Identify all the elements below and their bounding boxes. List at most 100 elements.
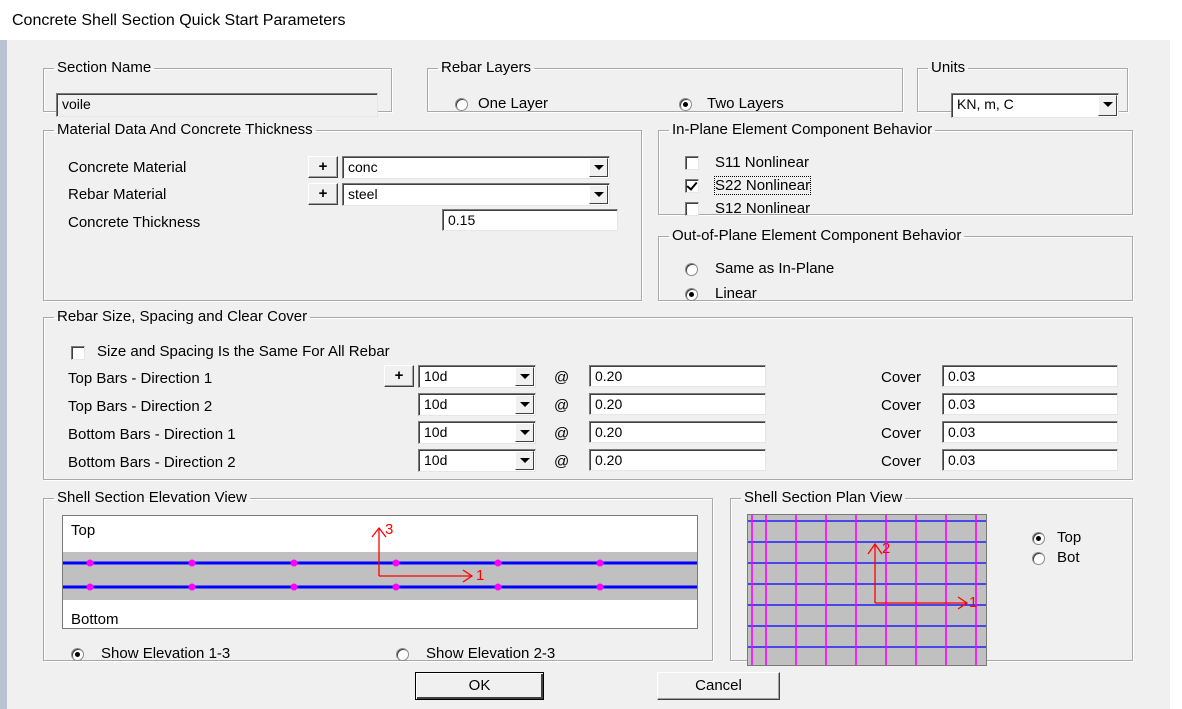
show-elevation-23-radio[interactable] [396,648,409,661]
plan-view-legend: Shell Section Plan View [744,489,903,506]
inplane-group: In-Plane Element Component Behavior S11 … [658,121,1133,217]
plan-top-label: Top [1057,529,1082,546]
linear-radio[interactable] [685,288,698,301]
rebar-dot [494,583,502,591]
chevron-down-icon[interactable] [515,451,534,470]
concrete-material-label: Concrete Material [68,159,187,176]
chevron-down-icon[interactable] [1098,95,1117,116]
at-symbol: @ [554,369,570,386]
cover-label: Cover [881,369,922,386]
rebar-dot [494,559,502,567]
outplane-legend: Out-of-Plane Element Component Behavior [672,227,962,244]
rebar-cover-input[interactable]: 0.03 [942,449,1118,471]
same-all-rebar-checkbox[interactable] [71,346,85,360]
window-left-edge [0,40,7,709]
concrete-material-dropdown[interactable]: conc [342,156,610,179]
rebar-size-dropdown[interactable]: 10d [418,365,536,388]
s11-nonlinear-label: S11 Nonlinear [715,154,809,171]
cover-label: Cover [881,425,922,442]
rebar-size-dropdown[interactable]: 10d [418,421,536,444]
cancel-button[interactable]: Cancel [657,672,780,700]
material-legend: Material Data And Concrete Thickness [57,121,313,138]
title-bar[interactable]: Concrete Shell Section Quick Start Param… [0,0,1182,40]
plan-top-radio[interactable] [1032,532,1045,545]
rebar-material-add-button[interactable]: + [308,183,338,205]
rebar-size-dropdown[interactable]: 10d [418,449,536,472]
rebar-material-label: Rebar Material [68,186,167,203]
rebar-material-value: steel [342,183,610,206]
chevron-down-icon[interactable] [589,158,608,177]
rebar-cover-input[interactable]: 0.03 [942,421,1118,443]
units-group: Units KN, m, C [917,59,1128,118]
at-symbol: @ [554,425,570,442]
cover-label: Cover [881,453,922,470]
rebar-dot [188,583,196,591]
rebar-cover-input[interactable]: 0.03 [942,365,1118,387]
chevron-down-icon[interactable] [515,423,534,442]
two-layers-radio[interactable] [679,98,692,111]
rebar-spacing-input[interactable]: 0.20 [589,421,766,443]
rebar-add-button[interactable]: + [384,365,414,387]
axis-1-label: 1 [969,594,977,611]
chevron-down-icon[interactable] [515,367,534,386]
concrete-material-value: conc [342,156,610,179]
rebar-dot [596,559,604,567]
one-layer-label: One Layer [478,95,549,112]
elevation-view-group: Shell Section Elevation View 3 1 Top Bot… [43,490,713,662]
at-symbol: @ [554,453,570,470]
rebar-layers-group: Rebar Layers One Layer Two Layers [427,59,903,112]
rebar-dot [86,559,94,567]
s22-nonlinear-checkbox[interactable] [685,179,699,193]
rebar-layers-legend: Rebar Layers [441,59,532,76]
rebar-spacing-input[interactable]: 0.20 [589,393,766,415]
show-elevation-13-radio[interactable] [71,648,84,661]
plan-canvas: 2 1 [747,514,987,666]
rebar-spacing-legend: Rebar Size, Spacing and Clear Cover [57,308,308,325]
rebar-material-dropdown[interactable]: steel [342,183,610,206]
s12-nonlinear-label: S12 Nonlinear [715,200,811,217]
rebar-dot [596,583,604,591]
section-name-group: Section Name voile [43,60,392,117]
rebar-spacing-input[interactable]: 0.20 [589,365,766,387]
two-layers-label: Two Layers [707,95,784,112]
rebar-row-label: Bottom Bars - Direction 1 [68,426,236,443]
rebar-row-label: Top Bars - Direction 1 [68,370,213,387]
units-legend: Units [931,59,966,76]
rebar-cover-input[interactable]: 0.03 [942,393,1118,415]
axis-2-label: 2 [882,540,890,557]
s11-nonlinear-checkbox[interactable] [685,156,699,170]
axis-3-label: 3 [385,521,393,538]
chevron-down-icon[interactable] [515,395,534,414]
units-dropdown[interactable]: KN, m, C [951,93,1119,118]
concrete-material-add-button[interactable]: + [308,156,338,178]
plan-bot-radio[interactable] [1032,552,1045,565]
material-group: Material Data And Concrete Thickness Con… [43,121,642,301]
rebar-dot [392,583,400,591]
one-layer-radio[interactable] [455,98,468,111]
rebar-dot [290,559,298,567]
s22-nonlinear-label: S22 Nonlinear [713,176,812,195]
chevron-down-icon[interactable] [589,185,608,204]
dialog-body: Section Name voile Rebar Layers One Laye… [7,40,1170,709]
ok-button[interactable]: OK [415,672,544,700]
section-name-input[interactable]: voile [56,93,378,117]
show-elevation-13-label: Show Elevation 1-3 [101,645,231,662]
rebar-size-dropdown[interactable]: 10d [418,393,536,416]
inplane-legend: In-Plane Element Component Behavior [672,121,933,138]
plan-bot-label: Bot [1057,549,1080,566]
cover-label: Cover [881,397,922,414]
plan-view-group: Shell Section Plan View 2 1 Top Bot [730,489,1133,666]
same-as-inplane-radio[interactable] [685,263,698,276]
top-label: Top [71,522,95,539]
rebar-row-label: Bottom Bars - Direction 2 [68,454,236,471]
same-all-rebar-label: Size and Spacing Is the Same For All Reb… [97,343,390,360]
concrete-thickness-label: Concrete Thickness [68,214,201,231]
rebar-dot [290,583,298,591]
rebar-spacing-input[interactable]: 0.20 [589,449,766,471]
linear-label: Linear [715,285,757,302]
concrete-thickness-input[interactable]: 0.15 [442,209,618,231]
s12-nonlinear-checkbox[interactable] [685,202,699,216]
bottom-label: Bottom [71,611,119,628]
window-title: Concrete Shell Section Quick Start Param… [12,12,346,29]
rebar-spacing-group: Rebar Size, Spacing and Clear Cover Size… [43,308,1133,480]
